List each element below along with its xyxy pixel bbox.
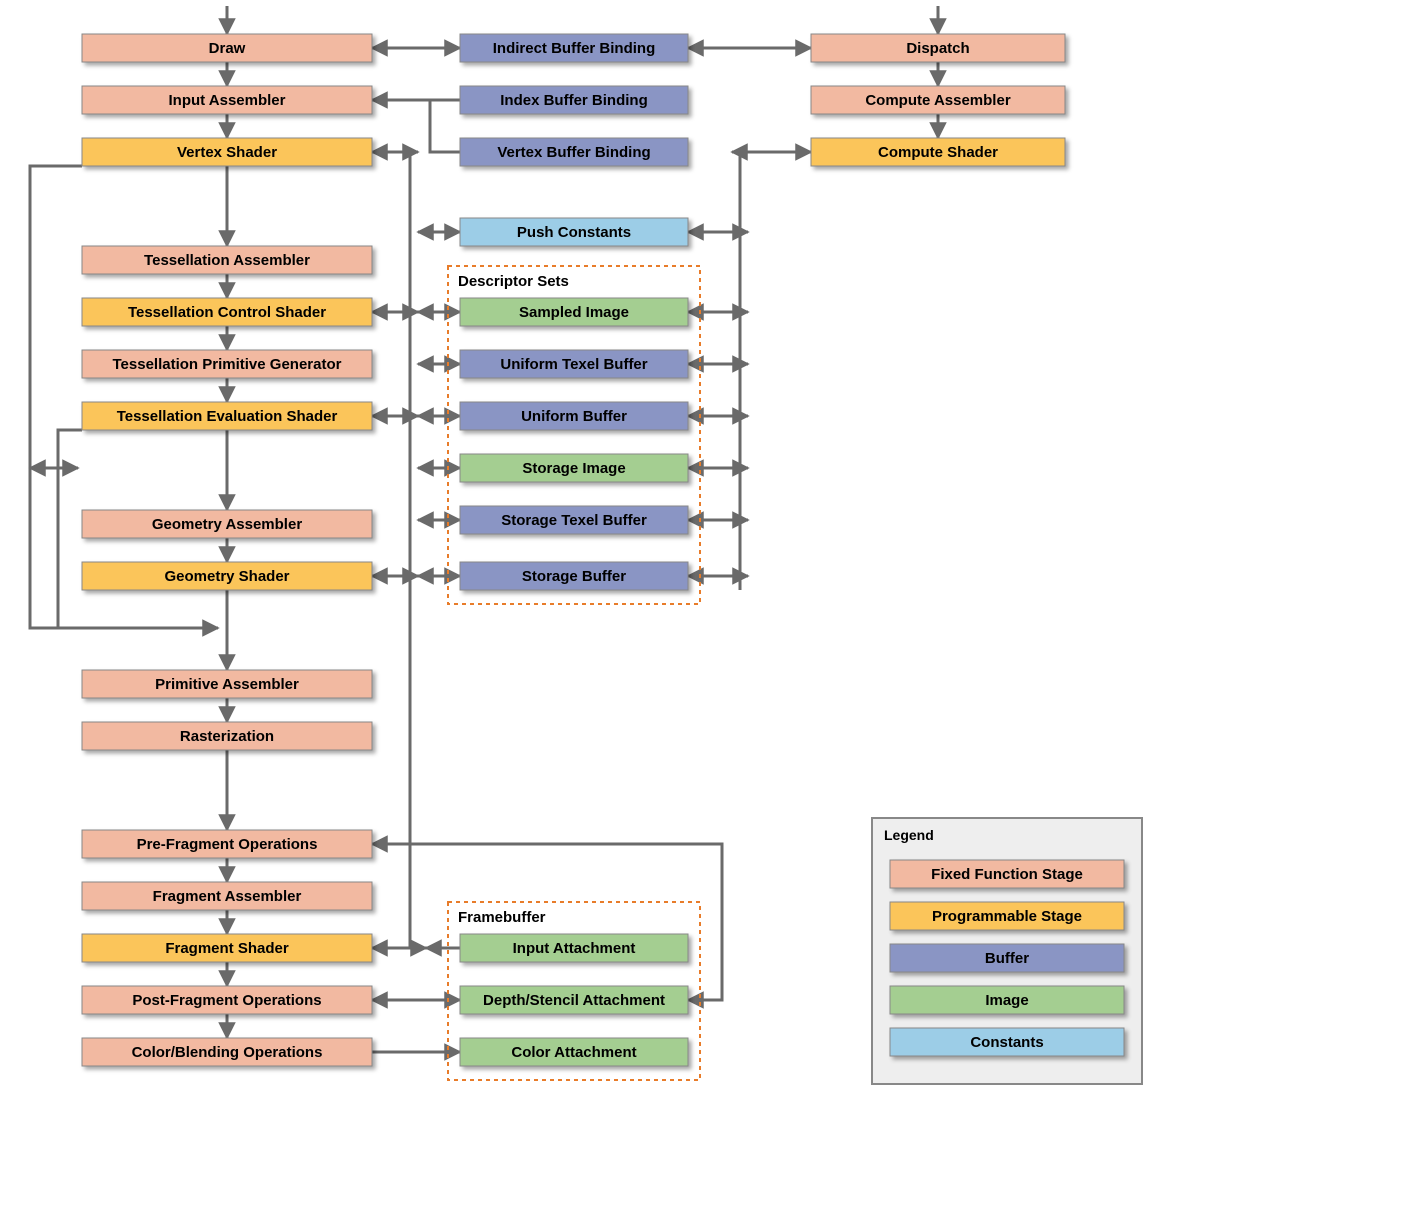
storage-buffer-label: Storage Buffer [522,568,626,585]
vertex-buffer-label: Vertex Buffer Binding [497,144,650,161]
center-column: Indirect Buffer Binding Index Buffer Bin… [448,34,700,1080]
pre-frag-label: Pre-Fragment Operations [137,836,318,853]
compute-assembler-label: Compute Assembler [865,92,1010,109]
frag-shader-label: Fragment Shader [165,940,289,957]
frag-assembler-label: Fragment Assembler [153,888,302,905]
push-constants-label: Push Constants [517,224,631,241]
geom-assembler-label: Geometry Assembler [152,516,303,533]
storage-texel-label: Storage Texel Buffer [501,512,647,529]
color-blend-label: Color/Blending Operations [132,1044,323,1061]
post-frag-label: Post-Fragment Operations [132,992,321,1009]
depth-attach-label: Depth/Stencil Attachment [483,992,665,1009]
legend-buffer: Buffer [985,950,1029,967]
index-buffer-label: Index Buffer Binding [500,92,648,109]
geom-shader-label: Geometry Shader [164,568,289,585]
legend-image: Image [985,992,1028,1009]
right-column: Dispatch Compute Assembler Compute Shade… [811,34,1065,166]
indirect-buffer-label: Indirect Buffer Binding [493,40,656,57]
prim-assembler-label: Primitive Assembler [155,676,299,693]
tess-control-label: Tessellation Control Shader [128,304,326,321]
uniform-texel-label: Uniform Texel Buffer [500,356,647,373]
rasterization-label: Rasterization [180,728,274,745]
legend-prog: Programmable Stage [932,908,1082,925]
pipeline-diagram: Draw Input Assembler Vertex Shader Tesse… [0,0,1424,1206]
legend-title: Legend [884,827,934,843]
legend-fixed: Fixed Function Stage [931,866,1083,883]
input-assembler-label: Input Assembler [169,92,286,109]
color-attach-label: Color Attachment [511,1044,636,1061]
legend: Legend Fixed Function Stage Programmable… [872,818,1142,1084]
legend-constants: Constants [970,1034,1043,1051]
compute-shader-label: Compute Shader [878,144,998,161]
input-attach-label: Input Attachment [513,940,636,957]
descriptor-sets-title: Descriptor Sets [458,273,569,290]
vertex-shader-label: Vertex Shader [177,144,277,161]
uniform-buffer-label: Uniform Buffer [521,408,627,425]
sampled-image-label: Sampled Image [519,304,629,321]
tess-primgen-label: Tessellation Primitive Generator [113,356,342,373]
storage-image-label: Storage Image [522,460,625,477]
tess-eval-label: Tessellation Evaluation Shader [117,408,338,425]
draw-label: Draw [209,40,246,57]
framebuffer-title: Framebuffer [458,909,546,926]
dispatch-label: Dispatch [906,40,969,57]
tess-assembler-label: Tessellation Assembler [144,252,310,269]
